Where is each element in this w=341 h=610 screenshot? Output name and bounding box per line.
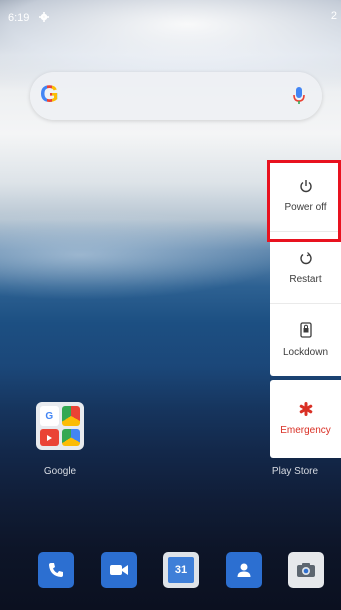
restart-icon xyxy=(299,251,313,268)
microphone-icon[interactable] xyxy=(292,86,306,111)
power-off-button[interactable]: Power off xyxy=(270,160,341,232)
power-options-group: Power off Restart Lockdown xyxy=(270,160,341,376)
power-off-label: Power off xyxy=(284,201,327,213)
calendar-day: 31 xyxy=(168,557,194,583)
status-bar: 6:19 xyxy=(8,10,50,26)
google-app-icon: G xyxy=(40,406,59,426)
contacts-icon[interactable] xyxy=(225,552,262,588)
emergency-group: Emergency xyxy=(270,380,341,458)
wallpaper-cloud xyxy=(0,210,290,300)
power-icon xyxy=(299,179,313,196)
chrome-icon xyxy=(61,406,80,426)
emergency-label: Emergency xyxy=(280,425,331,436)
settings-gear-icon xyxy=(39,11,50,25)
restart-button[interactable]: Restart xyxy=(270,232,341,304)
emergency-icon xyxy=(299,402,313,419)
camera-icon[interactable] xyxy=(288,552,324,588)
status-indicator: 2 xyxy=(330,10,337,22)
duo-video-icon[interactable] xyxy=(100,552,137,588)
phone-icon[interactable] xyxy=(38,552,74,588)
lockdown-button[interactable]: Lockdown xyxy=(270,304,341,376)
emergency-button[interactable]: Emergency xyxy=(270,380,341,458)
google-logo-icon: G xyxy=(40,81,64,109)
play-store-label[interactable]: Play Store xyxy=(262,466,328,477)
restart-label: Restart xyxy=(289,273,322,285)
status-time: 6:19 xyxy=(8,12,30,24)
dock: 31 xyxy=(38,548,324,592)
drive-icon xyxy=(61,429,80,446)
lockdown-label: Lockdown xyxy=(282,347,329,358)
calendar-icon[interactable]: 31 xyxy=(163,552,199,588)
google-search-bar[interactable]: G xyxy=(30,72,322,120)
google-folder-label: Google xyxy=(43,466,77,477)
google-folder[interactable]: G xyxy=(36,402,84,450)
youtube-icon xyxy=(40,429,59,446)
power-menu: Power off Restart Lockdown Emergency xyxy=(270,160,341,458)
lockdown-icon xyxy=(299,322,312,341)
